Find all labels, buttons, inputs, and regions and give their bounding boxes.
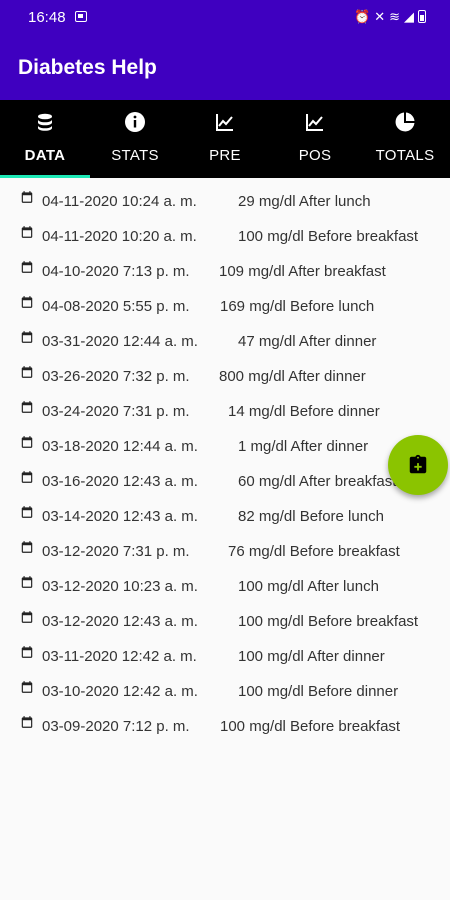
add-record-button[interactable] [388, 435, 448, 495]
calendar-icon [20, 645, 34, 663]
line-chart-icon [270, 110, 360, 134]
calendar-icon [20, 680, 34, 698]
record-row[interactable]: 03-10-2020 12:42 a. m. 100 mg/dl Before d… [0, 672, 450, 707]
record-value: 29 mg/dl After lunch [238, 193, 371, 210]
status-time: 16:48 [28, 9, 66, 26]
record-date: 03-10-2020 12:42 a. m. [42, 683, 198, 700]
record-value: 100 mg/dl Before breakfast [238, 228, 419, 245]
tab-pre[interactable]: PRE [180, 100, 270, 178]
record-date: 04-08-2020 5:55 p. m. [42, 298, 190, 315]
record-row[interactable]: 03-24-2020 7:31 p. m. 14 mg/dl Before din… [0, 392, 450, 427]
tab-label: POS [298, 147, 332, 164]
record-row[interactable]: 03-12-2020 7:31 p. m. 76 mg/dl Before bre… [0, 532, 450, 567]
calendar-icon [20, 435, 34, 453]
record-date: 03-12-2020 12:43 a. m. [42, 613, 198, 630]
records-list: 04-11-2020 10:24 a. m. 29 mg/dl After lun… [0, 182, 450, 742]
record-value: 169 mg/dl Before lunch [220, 298, 375, 315]
record-row[interactable]: 03-18-2020 12:44 a. m. 1 mg/dl After dinn… [0, 427, 450, 462]
record-row[interactable]: 03-09-2020 7:12 p. m. 100 mg/dl Before br… [0, 707, 450, 742]
record-value: 14 mg/dl Before dinner [228, 403, 380, 420]
record-date: 03-18-2020 12:44 a. m. [42, 438, 198, 455]
status-icons: ⏰✕≋◢ [354, 9, 426, 25]
line-chart-icon [180, 110, 270, 134]
tab-label: PRE [209, 147, 241, 164]
database-icon [0, 110, 90, 134]
record-row[interactable]: 04-08-2020 5:55 p. m. 169 mg/dl Before lu… [0, 287, 450, 322]
add-clipboard-icon [409, 454, 427, 474]
record-value: 100 mg/dl After dinner [238, 648, 385, 665]
tab-stats[interactable]: STATS [90, 100, 180, 178]
record-row[interactable]: 04-11-2020 10:20 a. m. 100 mg/dl Before b… [0, 217, 450, 252]
calendar-icon [20, 540, 34, 558]
record-row[interactable]: 03-14-2020 12:43 a. m. 82 mg/dl Before lu… [0, 497, 450, 532]
record-row[interactable]: 03-11-2020 12:42 a. m. 100 mg/dl After di… [0, 637, 450, 672]
app-title: Diabetes Help [18, 56, 157, 79]
screenshot-icon [75, 11, 87, 22]
record-value: 100 mg/dl After lunch [238, 578, 379, 595]
app-bar: Diabetes Help [0, 36, 450, 100]
record-value: 82 mg/dl Before lunch [238, 508, 384, 525]
record-row[interactable]: 04-10-2020 7:13 p. m. 109 mg/dl After bre… [0, 252, 450, 287]
record-row[interactable]: 03-16-2020 12:43 a. m. 60 mg/dl After bre… [0, 462, 450, 497]
mute-icon: ✕ [374, 9, 390, 24]
calendar-icon [20, 575, 34, 593]
record-date: 03-26-2020 7:32 p. m. [42, 368, 190, 385]
record-date: 03-12-2020 10:23 a. m. [42, 578, 198, 595]
record-date: 04-10-2020 7:13 p. m. [42, 263, 190, 280]
info-icon [90, 110, 180, 134]
calendar-icon [20, 190, 34, 208]
record-row[interactable]: 03-31-2020 12:44 a. m. 47 mg/dl After din… [0, 322, 450, 357]
tab-pos[interactable]: POS [270, 100, 360, 178]
calendar-icon [20, 610, 34, 628]
calendar-icon [20, 330, 34, 348]
calendar-icon [20, 365, 34, 383]
record-value: 1 mg/dl After dinner [238, 438, 369, 455]
tab-label: TOTALS [375, 147, 435, 164]
calendar-icon [20, 505, 34, 523]
tab-totals[interactable]: TOTALS [360, 100, 450, 178]
record-date: 03-09-2020 7:12 p. m. [42, 718, 190, 735]
record-value: 76 mg/dl Before breakfast [228, 543, 400, 560]
record-date: 03-24-2020 7:31 p. m. [42, 403, 190, 420]
record-value: 100 mg/dl Before breakfast [238, 613, 419, 630]
record-date: 04-11-2020 10:24 a. m. [42, 193, 197, 210]
wifi-icon: ≋ [389, 9, 404, 24]
calendar-icon [20, 400, 34, 418]
record-value: 100 mg/dl Before breakfast [220, 718, 401, 735]
battery-icon [418, 10, 426, 23]
record-value: 109 mg/dl After breakfast [219, 263, 386, 280]
record-date: 03-12-2020 7:31 p. m. [42, 543, 190, 560]
record-row[interactable]: 03-12-2020 10:23 a. m. 100 mg/dl After lu… [0, 567, 450, 602]
record-date: 03-31-2020 12:44 a. m. [42, 333, 198, 350]
calendar-icon [20, 225, 34, 243]
calendar-icon [20, 470, 34, 488]
pie-chart-icon [360, 110, 450, 134]
calendar-icon [20, 295, 34, 313]
alarm-icon: ⏰ [354, 9, 375, 24]
record-date: 03-16-2020 12:43 a. m. [42, 473, 198, 490]
record-row[interactable]: 04-11-2020 10:24 a. m. 29 mg/dl After lun… [0, 182, 450, 217]
tab-label: DATA [24, 147, 66, 164]
tab-bar: DATA STATS PRE POS TOTALS [0, 100, 450, 178]
tab-indicator [0, 175, 90, 178]
record-date: 03-14-2020 12:43 a. m. [42, 508, 198, 525]
record-date: 04-11-2020 10:20 a. m. [42, 228, 197, 245]
record-date: 03-11-2020 12:42 a. m. [42, 648, 197, 665]
tab-data[interactable]: DATA [0, 100, 90, 178]
record-row[interactable]: 03-26-2020 7:32 p. m. 800 mg/dl After din… [0, 357, 450, 392]
status-bar: 16:48 ⏰✕≋◢ [0, 0, 450, 36]
calendar-icon [20, 715, 34, 733]
record-value: 100 mg/dl Before dinner [238, 683, 399, 700]
calendar-icon [20, 260, 34, 278]
tab-label: STATS [111, 147, 159, 164]
record-value: 47 mg/dl After dinner [238, 333, 377, 350]
record-row[interactable]: 03-12-2020 12:43 a. m. 100 mg/dl Before b… [0, 602, 450, 637]
record-value: 800 mg/dl After dinner [219, 368, 366, 385]
record-value: 60 mg/dl After breakfast [238, 473, 397, 490]
signal-icon: ◢ [404, 9, 418, 24]
